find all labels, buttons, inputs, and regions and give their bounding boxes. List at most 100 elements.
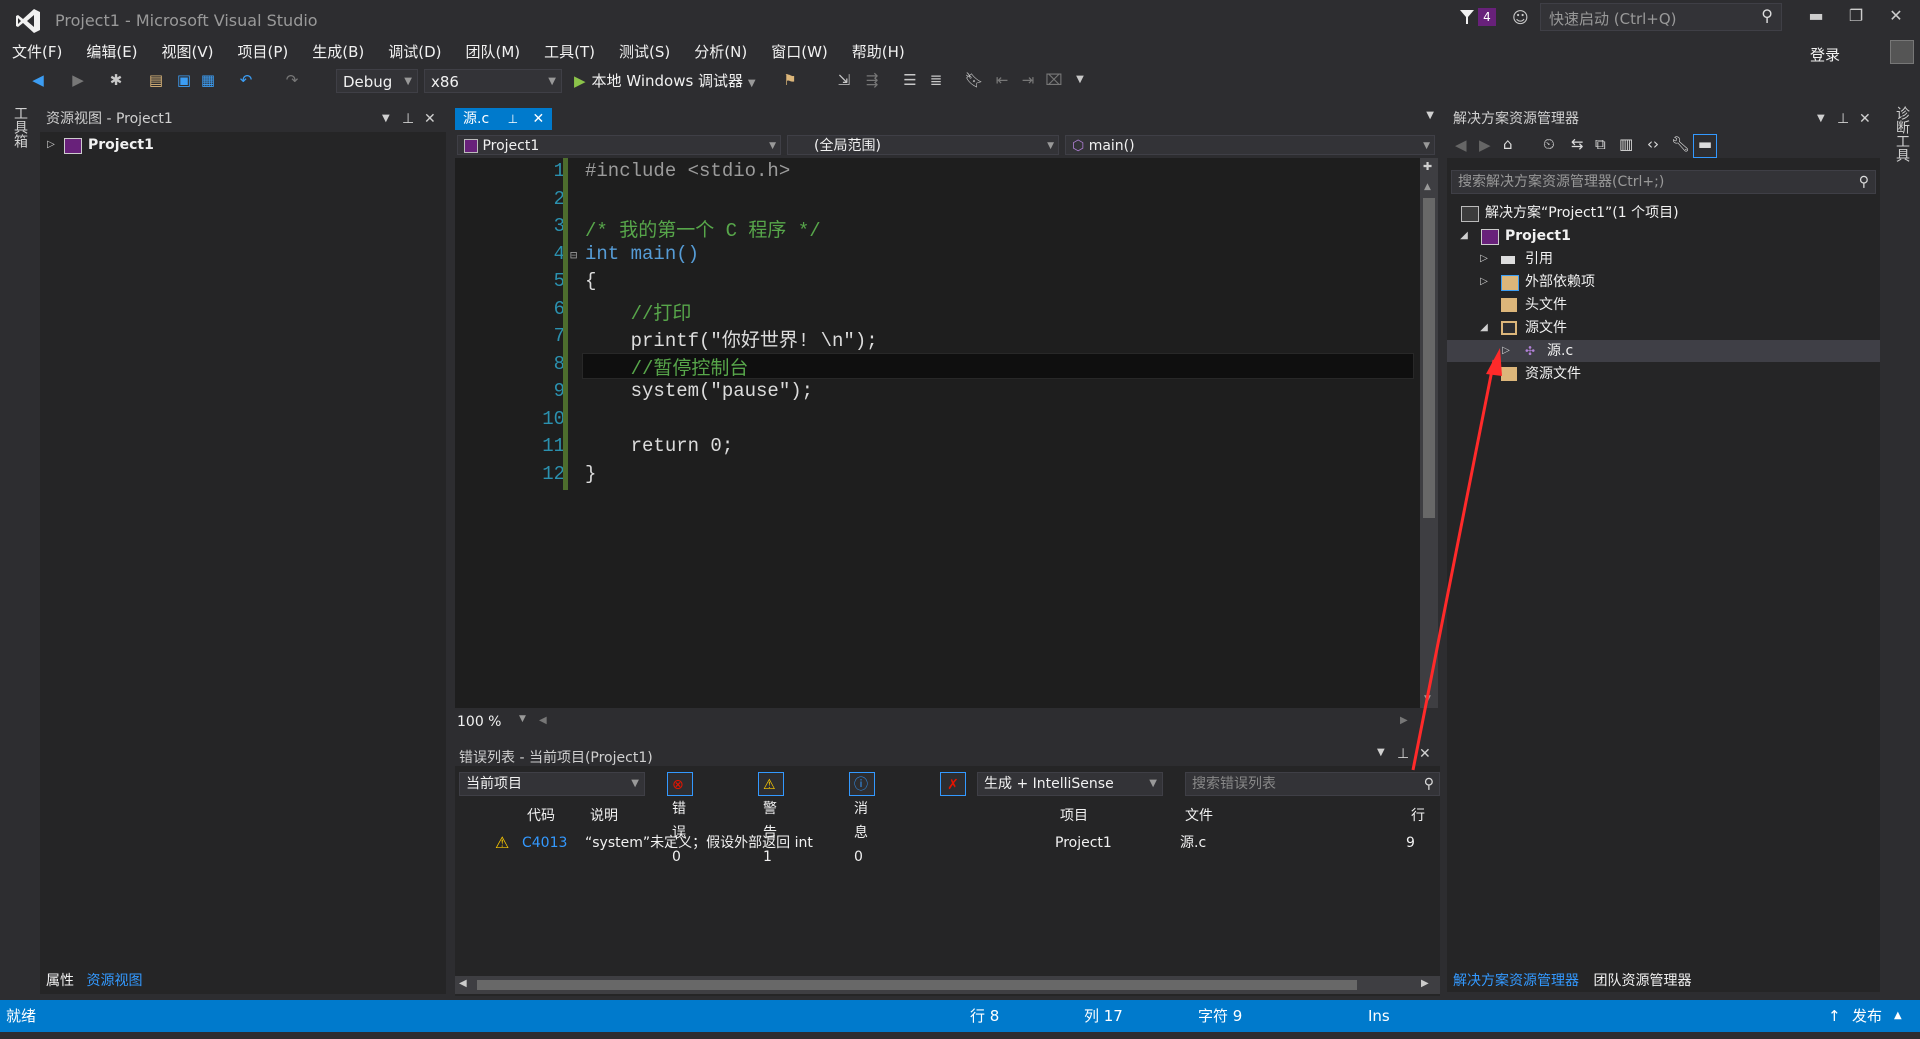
tab-team-explorer[interactable]: 团队资源管理器	[1593, 973, 1691, 989]
back-icon[interactable]: ◀	[1455, 136, 1467, 154]
menu-edit[interactable]: 编辑(E)	[74, 40, 149, 64]
navigate-back-icon[interactable]: ◀	[28, 70, 48, 90]
errors-filter-button[interactable]: ⊗ 错误 0	[667, 772, 693, 865]
pin-icon[interactable]: ⊥	[402, 108, 414, 130]
column-file[interactable]: 文件	[1185, 804, 1213, 828]
pin-icon[interactable]: ⊥	[508, 112, 518, 126]
tab-resource-view[interactable]: 资源视图	[86, 973, 142, 989]
pin-icon[interactable]: ⊥	[1837, 108, 1849, 130]
scroll-left-icon[interactable]: ◀	[459, 978, 467, 989]
previous-bookmark-icon[interactable]: ⇤	[992, 70, 1012, 90]
menu-help[interactable]: 帮助(H)	[840, 40, 917, 64]
zoom-level[interactable]: 100 %	[457, 714, 501, 730]
split-icon[interactable]: ✚	[1423, 160, 1432, 173]
preview-selected-icon[interactable]: ▬	[1693, 134, 1717, 158]
error-list-horizontal-scrollbar[interactable]: ◀ ▶	[455, 976, 1440, 994]
menu-build[interactable]: 生成(B)	[300, 40, 376, 64]
warnings-filter-button[interactable]: ⚠ 警告 1	[758, 772, 784, 865]
tab-source-c[interactable]: 源.c ⊥ ✕	[455, 108, 553, 130]
messages-filter-button[interactable]: ⓘ 消息 0	[849, 772, 875, 865]
column-line[interactable]: 行	[1411, 804, 1425, 828]
close-window-button[interactable]: ✕	[1876, 6, 1916, 30]
collapse-outline-icon[interactable]: ⊟	[570, 248, 577, 263]
search-icon[interactable]: ⚲	[1424, 773, 1434, 795]
publish-up-arrow-icon[interactable]: ↑	[1828, 1000, 1841, 1032]
comment-lines-icon[interactable]: ☰	[900, 70, 920, 90]
menu-window[interactable]: 窗口(W)	[759, 40, 840, 64]
menu-team[interactable]: 团队(M)	[454, 40, 533, 64]
menu-view[interactable]: 视图(V)	[150, 40, 226, 64]
user-avatar-icon[interactable]	[1890, 40, 1914, 64]
panel-menu-icon[interactable]: ▼	[1377, 747, 1385, 758]
collapse-all-icon[interactable]: ⧉	[1595, 135, 1606, 153]
editor-vertical-scrollbar[interactable]: ✚ ▲ ▼	[1420, 158, 1438, 708]
collapse-arrow-icon[interactable]: ◢	[1477, 317, 1491, 339]
step-into-icon[interactable]: ⇲	[834, 70, 854, 90]
toolbox-tab[interactable]: 工具箱	[10, 106, 30, 148]
save-all-icon[interactable]: ▦	[198, 70, 218, 90]
publish-menu-icon[interactable]: ▲	[1894, 1000, 1902, 1032]
panel-menu-icon[interactable]: ▼	[382, 108, 390, 130]
error-code-link[interactable]: C4013	[522, 832, 567, 854]
feedback-icon[interactable]: ☺	[1512, 8, 1532, 27]
publish-button[interactable]: 发布	[1852, 1000, 1882, 1032]
forward-icon[interactable]: ▶	[1479, 136, 1491, 154]
expand-arrow-icon[interactable]: ▷	[1477, 271, 1491, 293]
chevron-down-icon[interactable]: ▼	[519, 714, 526, 724]
close-icon[interactable]: ✕	[1419, 746, 1431, 762]
tree-item-sources[interactable]: ◢ 源文件	[1447, 317, 1880, 339]
resource-tree-item-project[interactable]: ▷ Project1	[40, 134, 473, 156]
tree-item-references[interactable]: ▷ 引用	[1447, 248, 1880, 270]
redo-icon[interactable]: ↷	[282, 70, 302, 90]
column-code[interactable]: 代码	[527, 804, 555, 828]
solution-search-input[interactable]: 搜索解决方案资源管理器(Ctrl+;) ⚲	[1451, 170, 1876, 194]
expand-arrow-icon[interactable]: ▷	[44, 134, 58, 156]
expand-arrow-icon[interactable]: ▷	[1477, 248, 1491, 270]
menu-file[interactable]: 文件(F)	[0, 40, 74, 64]
minimize-button[interactable]: ▬	[1796, 6, 1836, 30]
build-filter-select[interactable]: 生成 + IntelliSense ▼	[977, 772, 1163, 796]
collapse-arrow-icon[interactable]: ◢	[1457, 225, 1471, 247]
search-icon[interactable]: ⚲	[1859, 171, 1869, 193]
panel-menu-icon[interactable]: ▼	[1817, 108, 1825, 130]
start-debugging-button[interactable]: ▶ 本地 Windows 调试器 ▼	[574, 70, 756, 92]
find-in-files-icon[interactable]: ⚑	[780, 70, 800, 90]
bookmark-icon[interactable]: 🔖︎	[964, 70, 984, 90]
tree-item-solution[interactable]: 解决方案“Project1”(1 个项目)	[1447, 202, 1880, 224]
tab-solution-explorer[interactable]: 解决方案资源管理器	[1453, 973, 1579, 989]
new-project-icon[interactable]: ✱	[106, 70, 126, 90]
sync-icon[interactable]: ⇆	[1571, 135, 1584, 153]
toolbar-overflow-icon[interactable]: ▼	[1070, 70, 1090, 90]
notification-flag-icon[interactable]	[1458, 8, 1476, 26]
tab-properties[interactable]: 属性	[46, 973, 74, 989]
tree-item-project[interactable]: ◢ Project1	[1447, 225, 1880, 247]
table-row[interactable]: ⚠ C4013 “system”未定义；假设外部返回 int Project1 …	[455, 832, 1440, 854]
error-scope-select[interactable]: 当前项目 ▼	[459, 772, 645, 796]
tree-item-headers[interactable]: 头文件	[1447, 294, 1880, 316]
scrollbar-thumb[interactable]	[1423, 198, 1435, 518]
close-icon[interactable]: ✕	[1859, 108, 1871, 130]
column-description[interactable]: 说明	[590, 804, 618, 828]
view-code-icon[interactable]: ‹›	[1647, 135, 1659, 153]
scrollbar-thumb[interactable]	[477, 980, 1357, 990]
uncomment-lines-icon[interactable]: ≣	[926, 70, 946, 90]
navigate-forward-icon[interactable]: ▶	[68, 70, 88, 90]
pending-changes-filter-icon[interactable]: ⏲	[1543, 135, 1555, 153]
menu-tools[interactable]: 工具(T)	[532, 40, 607, 64]
properties-icon[interactable]: 🔧︎	[1671, 135, 1690, 153]
menu-test[interactable]: 测试(S)	[607, 40, 682, 64]
error-search-input[interactable]: 搜索错误列表 ⚲	[1185, 772, 1440, 796]
menu-analyze[interactable]: 分析(N)	[682, 40, 759, 64]
menu-debug[interactable]: 调试(D)	[376, 40, 453, 64]
clear-filter-icon[interactable]: ✗	[940, 772, 966, 796]
restore-button[interactable]: ❐	[1836, 6, 1876, 30]
column-project[interactable]: 项目	[1060, 804, 1088, 828]
menu-project[interactable]: 项目(P)	[226, 40, 301, 64]
clear-bookmarks-icon[interactable]: ⌧	[1044, 70, 1064, 90]
solution-platform-select[interactable]: x86 ▼	[424, 69, 562, 93]
expand-arrow-icon[interactable]: ▷	[1499, 340, 1513, 362]
close-icon[interactable]: ✕	[424, 108, 436, 130]
solution-configuration-select[interactable]: Debug ▼	[336, 69, 418, 93]
pin-icon[interactable]: ⊥	[1397, 746, 1409, 762]
show-all-files-icon[interactable]: ▥	[1619, 135, 1633, 153]
